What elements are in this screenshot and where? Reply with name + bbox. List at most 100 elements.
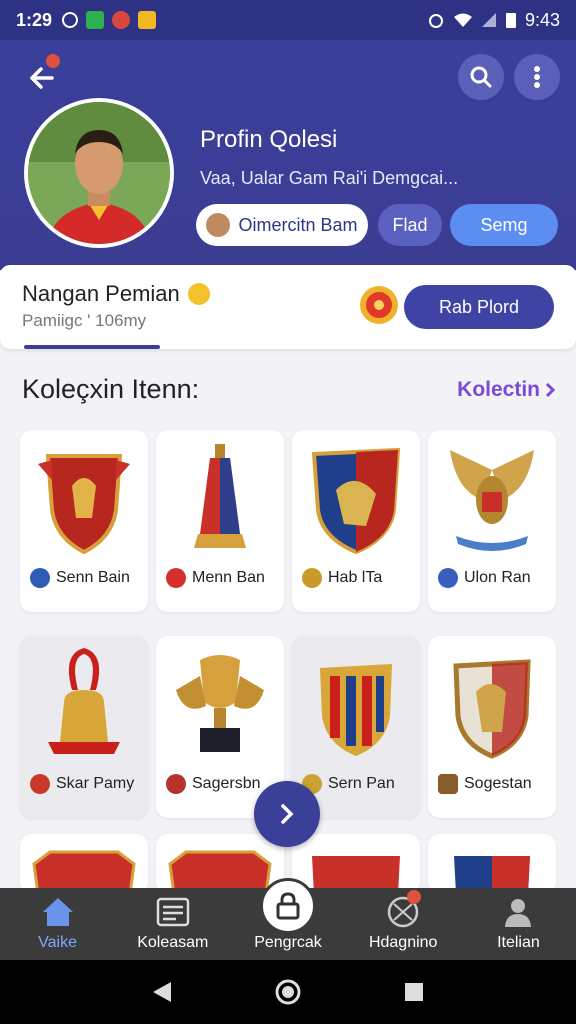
blue-red-crest-icon: [454, 856, 530, 894]
collection-link-label: Kolectin: [457, 378, 540, 401]
lock-icon: [260, 878, 316, 934]
notification-dot: [406, 890, 421, 904]
profile-header: Profin Qolesi Vaa, Ualar Gam Rai'i Demgc…: [0, 40, 576, 270]
nav-item-home[interactable]: Vaike: [0, 888, 115, 960]
system-navigation-bar: [0, 960, 576, 1024]
shield-badge-icon: [30, 568, 50, 588]
nav-item-collection[interactable]: Koleasam: [115, 888, 230, 960]
card-label-text: Senn Bain: [56, 569, 130, 586]
mini-avatar: [206, 213, 231, 237]
striped-shield-icon: [320, 664, 392, 756]
send-button[interactable]: Semg: [450, 204, 558, 246]
card-label: Hab lTa: [302, 568, 416, 588]
battery-icon: [505, 13, 516, 28]
red-crest-icon: [32, 850, 136, 896]
status-notification-icons: [62, 11, 157, 29]
notification-yellow-icon: [138, 11, 157, 29]
flag-chip-label: Flad: [392, 214, 428, 235]
card-label: Menn Ban: [166, 568, 280, 588]
search-button[interactable]: [458, 54, 504, 100]
more-vert-icon: [534, 66, 540, 88]
arrow-left-icon: [30, 67, 54, 89]
nav-item-profile[interactable]: Itelian: [461, 888, 576, 960]
notification-dot: [46, 54, 60, 68]
recents-square-icon[interactable]: [403, 981, 425, 1003]
collection-card[interactable]: [428, 834, 556, 894]
collection-card[interactable]: Hab lTa: [292, 430, 420, 612]
shield-blue-red-icon: [311, 447, 401, 555]
flag-chip[interactable]: Flad: [378, 204, 442, 246]
back-triangle-icon[interactable]: [151, 980, 173, 1004]
notification-red-icon: [112, 11, 131, 29]
primary-action-label: Rab Plord: [438, 296, 520, 317]
collection-card[interactable]: Skar Pamy: [20, 636, 148, 818]
gold-trophy-vase-icon: [194, 444, 246, 548]
collection-card[interactable]: Ulon Ran: [428, 430, 556, 612]
crest-badge-icon: [302, 568, 322, 588]
status-clock: 9:43: [524, 9, 560, 30]
club-chip-label: Oimercitn Bam: [238, 214, 358, 235]
tab-indicator: [24, 345, 160, 349]
nav-label: Itelian: [497, 934, 540, 951]
signal-icon: [481, 13, 496, 27]
inbox-icon: [155, 894, 191, 930]
info-title: Nangan Pemian: [22, 281, 210, 307]
crest-badge-icon: [438, 568, 458, 588]
nav-label: Pengrcak: [254, 934, 322, 951]
card-label: Senn Bain: [30, 568, 144, 588]
collection-card[interactable]: [20, 834, 148, 896]
nav-label: Vaike: [38, 934, 78, 951]
card-label-text: Hab lTa: [328, 569, 383, 586]
smile-icon: [187, 283, 210, 305]
collection-see-all-link[interactable]: Kolectin: [457, 378, 556, 402]
chevron-right-icon: [545, 382, 556, 398]
eagle-emblem-icon: [450, 450, 534, 551]
collection-card[interactable]: [292, 834, 420, 894]
red-crest-icon: [168, 850, 272, 896]
person-icon: [500, 894, 536, 930]
send-button-label: Semg: [480, 214, 528, 235]
card-label: Sogestan: [438, 774, 552, 794]
collection-card[interactable]: Menn Ban: [156, 430, 284, 612]
card-label: Skar Pamy: [30, 774, 144, 794]
red-crest-icon: [312, 856, 400, 894]
flower-badge-icon: [360, 286, 398, 324]
crest-badge-icon: [30, 774, 50, 794]
shield-red-crest-icon: [38, 454, 130, 555]
flower-badge-icon: [166, 568, 186, 588]
nav-item-ball[interactable]: Hdagnino: [346, 888, 461, 960]
horse-shield-icon: [453, 659, 531, 759]
card-label: Sern Pan: [302, 774, 416, 794]
home-circle-icon[interactable]: [274, 978, 302, 1006]
status-bar: 1:29 9:43: [0, 0, 576, 40]
collection-card[interactable]: [156, 834, 284, 896]
info-title-text: Nangan Pemian: [22, 281, 180, 306]
winged-trophy-icon: [176, 655, 264, 752]
profile-name: Profin Qolesi: [200, 126, 338, 153]
nav-item-lock[interactable]: Pengrcak: [230, 878, 345, 960]
nav-label: Koleasam: [137, 934, 209, 951]
profile-avatar[interactable]: [24, 98, 174, 248]
status-time: 1:29: [16, 9, 53, 30]
card-label-text: Sern Pan: [328, 775, 395, 792]
status-system-icons: 9:43: [427, 10, 560, 31]
card-label: Ulon Ran: [438, 568, 552, 588]
player-portrait: [28, 102, 170, 244]
notification-green-icon: [86, 11, 105, 29]
card-label-text: Menn Ban: [192, 569, 265, 586]
wifi-icon: [453, 13, 472, 27]
collection-title: Koleçxin Itenn:: [22, 374, 200, 404]
card-label-text: Ulon Ran: [464, 569, 531, 586]
bottom-navigation: Vaike Koleasam Pengrcak Hdagnino Itelian: [0, 878, 576, 960]
crest-badge-icon: [166, 774, 186, 794]
profile-subtitle: Vaa, Ualar Gam Rai'i Demgcai...: [200, 168, 459, 188]
club-chip[interactable]: Oimercitn Bam: [196, 204, 368, 246]
more-options-button[interactable]: [514, 54, 560, 100]
notification-c-icon: [62, 12, 79, 28]
collection-card[interactable]: Sogestan: [428, 636, 556, 818]
info-subtitle: Pamiigc ' 106my: [22, 311, 147, 330]
next-page-button[interactable]: [254, 781, 320, 847]
primary-action-button[interactable]: Rab Plord: [404, 285, 554, 329]
red-bell-medal-icon: [48, 648, 120, 754]
collection-card[interactable]: Senn Bain: [20, 430, 148, 612]
